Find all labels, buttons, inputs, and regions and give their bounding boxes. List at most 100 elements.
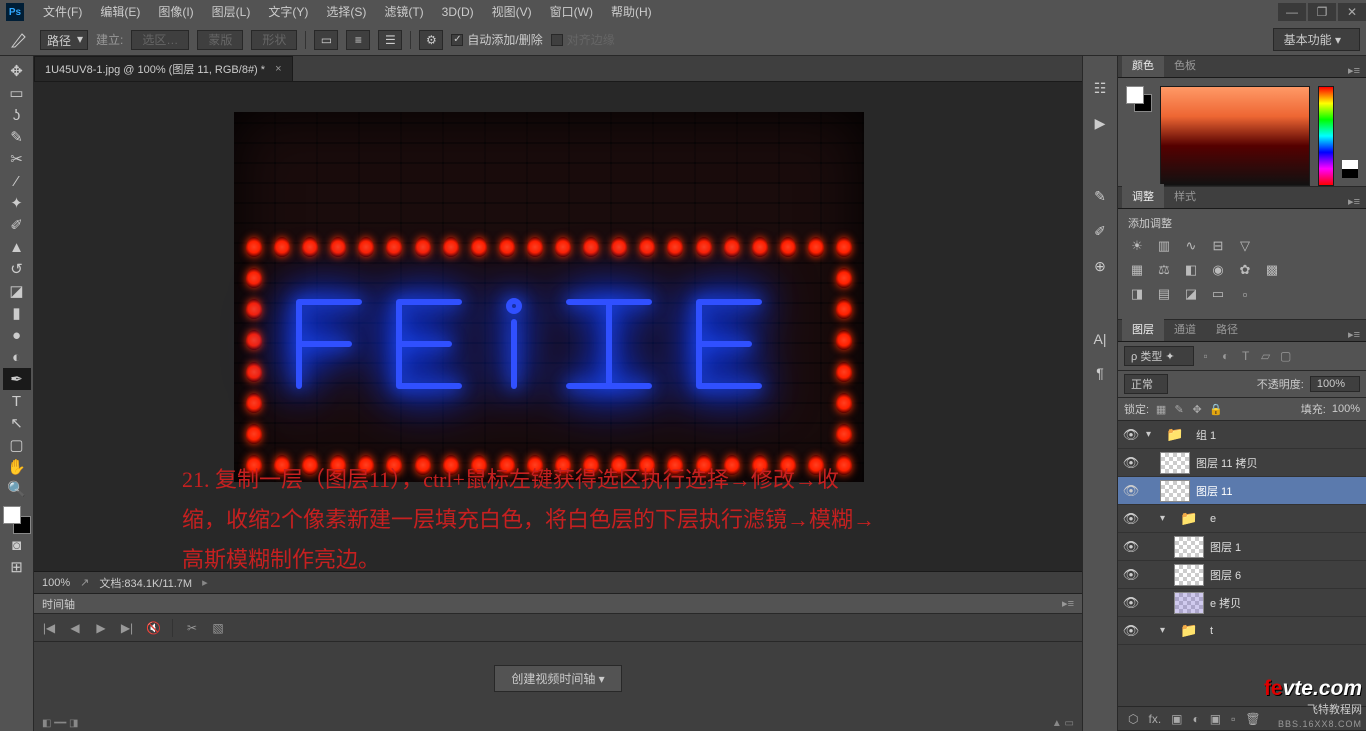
menu-item[interactable]: 图层(L): [203, 0, 260, 24]
hue-slider[interactable]: [1318, 86, 1334, 186]
menu-item[interactable]: 视图(V): [483, 0, 541, 24]
crop-tool[interactable]: ✂: [3, 148, 31, 170]
gradientmap-icon[interactable]: ▭: [1209, 285, 1227, 303]
brush-tool[interactable]: ✐: [3, 214, 31, 236]
window-close-button[interactable]: ✕: [1338, 3, 1366, 21]
visibility-eye-icon[interactable]: 👁: [1122, 567, 1140, 583]
align-edges-checkbox[interactable]: 对齐边缘: [551, 31, 615, 48]
pen-tool-icon[interactable]: [6, 27, 32, 53]
posterize-icon[interactable]: ▤: [1155, 285, 1173, 303]
layer-row[interactable]: 👁图层 1: [1118, 533, 1366, 561]
move-tool[interactable]: ✥: [3, 60, 31, 82]
visibility-eye-icon[interactable]: 👁: [1122, 511, 1140, 527]
bw-swatch[interactable]: [1342, 160, 1358, 178]
panel-menu-icon[interactable]: ▸≡: [1342, 64, 1366, 77]
paths-tab[interactable]: 路径: [1206, 317, 1248, 341]
zoom-tool[interactable]: 🔍: [3, 478, 31, 500]
opacity-field[interactable]: 100%: [1310, 376, 1360, 392]
gear-icon[interactable]: ⚙: [419, 30, 443, 50]
expand-arrow-icon[interactable]: ▾: [1160, 513, 1170, 524]
timeline-play-icon[interactable]: ▶: [94, 621, 108, 635]
eyedropper-tool[interactable]: ⁄: [3, 170, 31, 192]
panel-menu-icon[interactable]: ▸≡: [1342, 328, 1366, 341]
document-tab[interactable]: 1U45UV8-1.jpg @ 100% (图层 11, RGB/8#) * ×: [34, 56, 293, 81]
visibility-eye-icon[interactable]: 👁: [1122, 455, 1140, 471]
visibility-eye-icon[interactable]: 👁: [1122, 483, 1140, 499]
invert-icon[interactable]: ◨: [1128, 285, 1146, 303]
visibility-eye-icon[interactable]: 👁: [1122, 595, 1140, 611]
menu-item[interactable]: 滤镜(T): [375, 0, 432, 24]
make-shape-button[interactable]: 形状: [251, 30, 297, 50]
filter-pixel-icon[interactable]: ▫: [1198, 349, 1214, 363]
layer-group-row[interactable]: 👁▾📁t: [1118, 617, 1366, 645]
rail-brush-icon[interactable]: ✎: [1094, 188, 1106, 205]
curves-icon[interactable]: ∿: [1182, 237, 1200, 255]
expand-arrow-icon[interactable]: ▾: [1146, 429, 1156, 440]
rail-history-icon[interactable]: ☷: [1094, 80, 1107, 97]
marquee-tool[interactable]: ▭: [3, 82, 31, 104]
path-mode-select[interactable]: 路径 ▾: [40, 30, 88, 50]
visibility-eye-icon[interactable]: 👁: [1122, 427, 1140, 443]
layer-list[interactable]: 👁▾📁组 1👁图层 11 拷贝👁图层 11👁▾📁e👁图层 1👁图层 6👁e 拷贝…: [1118, 421, 1366, 706]
timeline-audio-icon[interactable]: 🔇: [146, 621, 160, 635]
layer-mask-icon[interactable]: ▣: [1171, 712, 1182, 726]
menu-item[interactable]: 3D(D): [433, 0, 483, 24]
lookup-icon[interactable]: ▩: [1263, 261, 1281, 279]
layer-row[interactable]: 👁图层 6: [1118, 561, 1366, 589]
channels-tab[interactable]: 通道: [1164, 317, 1206, 341]
layer-thumbnail[interactable]: [1174, 536, 1204, 558]
styles-tab[interactable]: 样式: [1164, 184, 1206, 208]
rail-brushsettings-icon[interactable]: ✐: [1094, 223, 1106, 240]
lock-all-icon[interactable]: 🔒: [1209, 403, 1221, 416]
rail-play-icon[interactable]: ▶: [1095, 115, 1106, 132]
menu-item[interactable]: 窗口(W): [541, 0, 602, 24]
rail-clonesource-icon[interactable]: ⊕: [1094, 258, 1106, 275]
gradient-tool[interactable]: ▮: [3, 302, 31, 324]
photofilter-icon[interactable]: ◉: [1209, 261, 1227, 279]
swatches-tab[interactable]: 色板: [1164, 56, 1206, 77]
panel-menu-icon[interactable]: ▸≡: [1342, 195, 1366, 208]
layer-thumbnail[interactable]: [1174, 564, 1204, 586]
path-select-tool[interactable]: ↖: [3, 412, 31, 434]
make-mask-button[interactable]: 蒙版: [197, 30, 243, 50]
colbal-icon[interactable]: ⚖: [1155, 261, 1173, 279]
window-maximize-button[interactable]: ❐: [1308, 3, 1336, 21]
color-picker-ramp[interactable]: [1160, 86, 1310, 186]
selcolor-icon[interactable]: ▫: [1236, 285, 1254, 303]
filter-shape-icon[interactable]: ▱: [1258, 349, 1274, 363]
filter-type-icon[interactable]: T: [1238, 349, 1254, 363]
screenmode-toggle[interactable]: ⊞: [3, 556, 31, 578]
visibility-eye-icon[interactable]: 👁: [1122, 623, 1140, 639]
filter-adjust-icon[interactable]: ◐: [1218, 349, 1234, 363]
hand-tool[interactable]: ✋: [3, 456, 31, 478]
auto-add-delete-checkbox[interactable]: ✓自动添加/删除: [451, 31, 542, 48]
visibility-eye-icon[interactable]: 👁: [1122, 539, 1140, 555]
layer-thumbnail[interactable]: [1160, 480, 1190, 502]
path-align-icon[interactable]: ≡: [346, 30, 370, 50]
menu-item[interactable]: 选择(S): [317, 0, 375, 24]
levels-icon[interactable]: ▥: [1155, 237, 1173, 255]
make-selection-button[interactable]: 选区…: [131, 30, 189, 50]
share-icon[interactable]: ↗: [80, 576, 89, 589]
new-adjust-icon[interactable]: ◐: [1193, 712, 1200, 726]
color-fgbg-swatch[interactable]: [1126, 86, 1152, 112]
dodge-tool[interactable]: ◐: [3, 346, 31, 368]
lock-pixel-icon[interactable]: ✎: [1173, 403, 1185, 416]
quick-select-tool[interactable]: ✎: [3, 126, 31, 148]
window-minimize-button[interactable]: —: [1278, 3, 1306, 21]
workspace-select[interactable]: 基本功能 ▾: [1273, 28, 1360, 51]
new-group-icon[interactable]: ▣: [1210, 712, 1221, 726]
exposure-icon[interactable]: ⊟: [1209, 237, 1227, 255]
timeline-prev-icon[interactable]: ◀: [68, 621, 82, 635]
menu-item[interactable]: 文字(Y): [259, 0, 317, 24]
color-swatches[interactable]: [3, 506, 31, 534]
healing-brush-tool[interactable]: ✦: [3, 192, 31, 214]
fill-field[interactable]: 100%: [1332, 403, 1360, 415]
layer-group-row[interactable]: 👁▾📁组 1: [1118, 421, 1366, 449]
lock-position-icon[interactable]: ✥: [1191, 403, 1203, 416]
layer-fx-icon[interactable]: fx.: [1148, 712, 1161, 726]
chmixer-icon[interactable]: ✿: [1236, 261, 1254, 279]
blur-tool[interactable]: ●: [3, 324, 31, 346]
menu-item[interactable]: 文件(F): [34, 0, 91, 24]
eraser-tool[interactable]: ◪: [3, 280, 31, 302]
